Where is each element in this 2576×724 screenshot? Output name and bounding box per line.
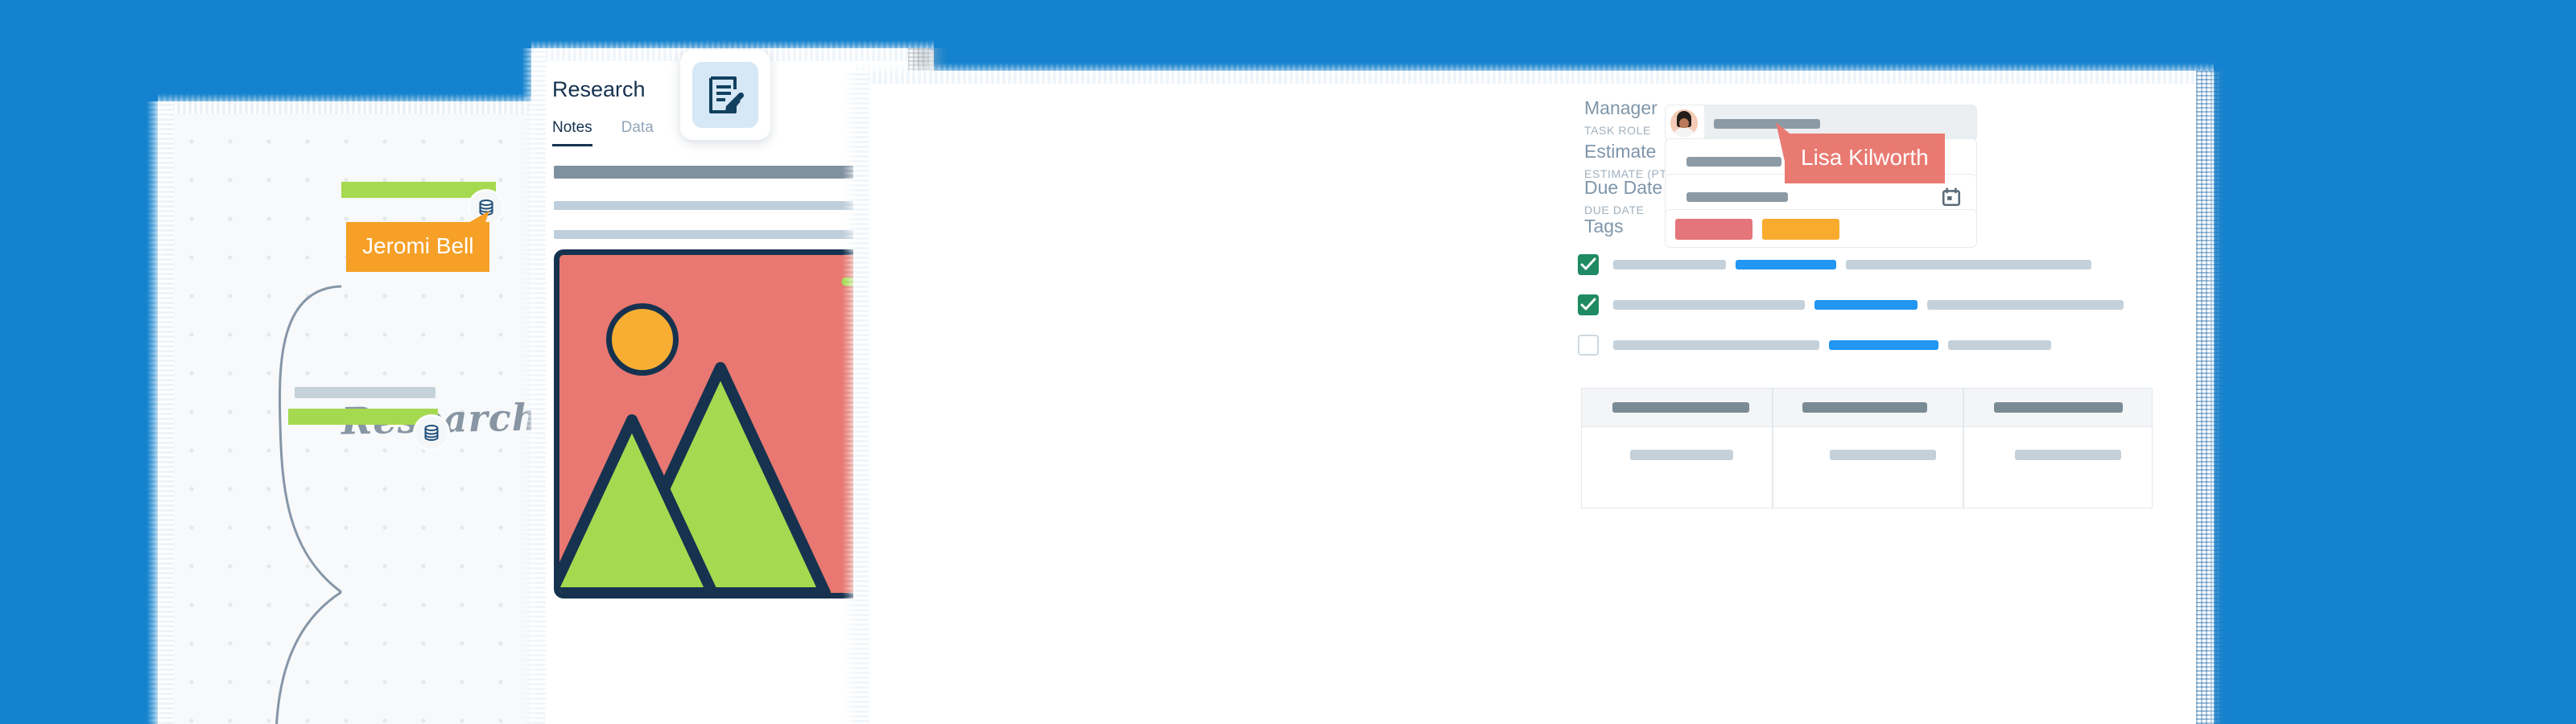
calendar-icon[interactable] xyxy=(1941,187,1962,208)
table-body-cell xyxy=(1830,450,1936,460)
table-column-divider xyxy=(1772,389,1773,508)
tag-orange[interactable] xyxy=(1762,219,1839,240)
right-card-torn-edge-top xyxy=(853,63,2214,84)
tag-red[interactable] xyxy=(1675,219,1752,240)
table-header-cell xyxy=(1802,402,1927,413)
avatar xyxy=(1670,109,1698,137)
tab-data[interactable]: Data xyxy=(621,119,654,146)
checkbox-checked[interactable] xyxy=(1578,294,1599,315)
estimate-value xyxy=(1686,157,1781,167)
table-body-cell xyxy=(1630,450,1733,460)
mindmap-gray-bar xyxy=(295,387,436,398)
data-table[interactable] xyxy=(1581,388,2153,508)
mindmap-green-bar-top[interactable] xyxy=(341,182,496,198)
center-card-title: Research xyxy=(552,77,646,101)
right-card-torn-edge-right xyxy=(2196,71,2227,724)
document-edit-badge[interactable] xyxy=(680,50,770,140)
collaborator-label: Lisa Kilworth xyxy=(1785,134,1945,183)
checkbox-unchecked[interactable] xyxy=(1578,335,1599,356)
database-icon-bottom[interactable] xyxy=(415,417,448,449)
table-column-divider xyxy=(1963,389,1964,508)
document-edit-icon xyxy=(692,62,758,128)
tab-notes[interactable]: Notes xyxy=(552,119,592,146)
table-header-cell xyxy=(1612,402,1749,413)
tags-input[interactable] xyxy=(1665,209,1977,248)
table-header-cell xyxy=(1994,402,2123,413)
due-date-value xyxy=(1686,192,1788,202)
checkbox-checked[interactable] xyxy=(1578,254,1599,275)
mindmap-green-bar-bottom[interactable] xyxy=(288,409,438,425)
mindmap-user-label: Jeromi Bell xyxy=(346,222,490,272)
canvas: Research Jeromi Bell xyxy=(0,0,2576,724)
table-body-cell xyxy=(2015,450,2121,460)
